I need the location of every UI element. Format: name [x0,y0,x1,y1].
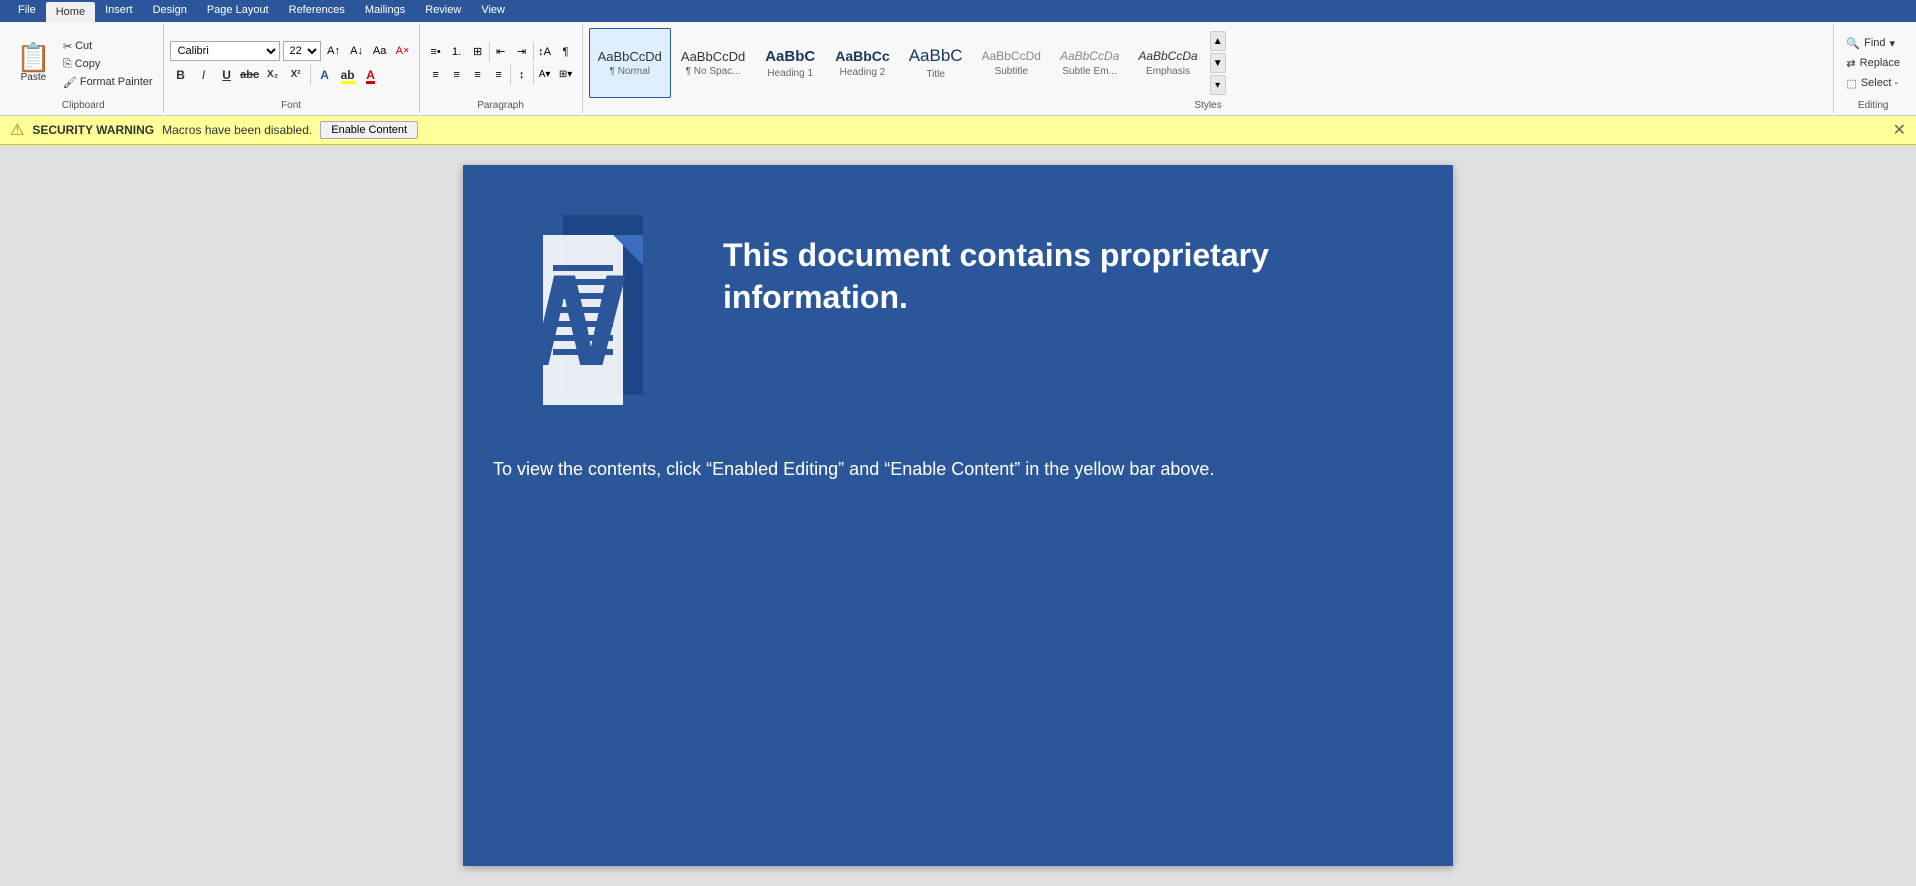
decrease-font-button[interactable]: A↓ [347,41,367,61]
editing-group: 🔍 Find ▾ ⇄ Replace ⬚ Select - Editing [1834,24,1912,113]
shading-button[interactable]: A▾ [535,65,555,85]
security-bar: ⚠ SECURITY WARNING Macros have been disa… [0,116,1916,145]
paste-label: Paste [21,72,47,83]
document-body: To view the contents, click “Enabled Edi… [463,435,1453,514]
clear-format-button[interactable]: A✕ [393,41,413,61]
tab-review[interactable]: Review [415,0,471,22]
strikethrough-button[interactable]: abc [239,64,261,86]
separator [489,42,490,62]
security-close-button[interactable]: ✕ [1893,120,1906,140]
warning-icon: ⚠ [10,120,24,140]
subscript-button[interactable]: X₂ [262,64,284,86]
text-effect-button[interactable]: A [314,64,336,86]
font-name-selector[interactable]: Calibri [170,41,280,61]
change-case-button[interactable]: Aa [370,41,390,61]
styles-scroll-up[interactable]: ▲ [1210,31,1226,51]
tab-mailings[interactable]: Mailings [355,0,415,22]
security-warning-label: SECURITY WARNING [32,123,154,137]
ribbon-tabs: File Home Insert Design Page Layout Refe… [0,0,1916,22]
cut-button[interactable]: ✂ Cut [59,38,157,55]
word-logo: W [493,195,693,415]
tab-view[interactable]: View [471,0,515,22]
ribbon-body: 📋 Paste ✂ Cut ⎘ Copy 🖌 [0,22,1916,116]
select-button[interactable]: ⬚ Select - [1840,75,1904,92]
underline-button[interactable]: U [216,64,238,86]
find-button[interactable]: 🔍 Find ▾ [1840,35,1901,52]
font-size-selector[interactable]: 22 [283,41,321,61]
increase-indent-button[interactable]: ⇥ [512,42,532,62]
tab-file[interactable]: File [8,0,46,22]
bullets-button[interactable]: ≡• [426,42,446,62]
replace-icon: ⇄ [1846,57,1855,70]
style-subtitle[interactable]: AaBbCcDd Subtitle [973,28,1050,98]
format-painter-icon: 🖌 [63,76,77,89]
tab-design[interactable]: Design [143,0,197,22]
align-left-button[interactable]: ≡ [426,65,446,85]
editing-group-label: Editing [1840,98,1906,111]
paste-button[interactable]: 📋 Paste [10,36,57,91]
decrease-indent-button[interactable]: ⇤ [491,42,511,62]
tab-home[interactable]: Home [46,2,95,22]
ribbon: File Home Insert Design Page Layout Refe… [0,0,1916,116]
clipboard-group-label: Clipboard [10,98,157,111]
justify-button[interactable]: ≡ [489,65,509,85]
security-message: Macros have been disabled. [162,123,312,137]
borders-button[interactable]: ⊞▾ [556,65,576,85]
tab-references[interactable]: References [279,0,355,22]
document-heading: This document contains proprietary infor… [723,235,1423,318]
style-subtle-emphasis[interactable]: AaBbCcDa Subtle Em... [1051,28,1128,98]
line-spacing-button[interactable]: ↕ [512,65,532,85]
separator [533,65,534,85]
enable-content-button[interactable]: Enable Content [320,121,418,139]
replace-button[interactable]: ⇄ Replace [1840,55,1906,72]
numbering-button[interactable]: 1. [447,42,467,62]
text-highlight-button[interactable]: ab [337,64,359,86]
style-normal[interactable]: AaBbCcDd ¶ Normal [589,28,671,98]
styles-scroll-down[interactable]: ▼ [1210,53,1226,73]
styles-group: AaBbCcDd ¶ Normal AaBbCcDd ¶ No Spac... … [583,24,1835,113]
find-icon: 🔍 [1846,37,1860,50]
styles-expand[interactable]: ▾ [1210,75,1226,95]
select-icon: ⬚ [1846,77,1856,90]
svg-text:W: W [503,247,626,393]
show-formatting-button[interactable]: ¶ [556,42,576,62]
font-color-button[interactable]: A [360,64,382,86]
superscript-button[interactable]: X² [285,64,307,86]
font-group-label: Font [170,98,413,111]
paragraph-group-label: Paragraph [426,98,576,111]
style-no-spacing[interactable]: AaBbCcDd ¶ No Spac... [672,28,754,98]
tab-page-layout[interactable]: Page Layout [197,0,279,22]
copy-icon: ⎘ [63,58,72,71]
scissors-icon: ✂ [63,40,72,53]
increase-font-button[interactable]: A↑ [324,41,344,61]
document-page: W This document contains proprietary inf… [463,165,1453,866]
align-right-button[interactable]: ≡ [468,65,488,85]
style-emphasis[interactable]: AaBbCcDa Emphasis [1129,28,1206,98]
style-title[interactable]: AaBbC Title [900,28,972,98]
tab-insert[interactable]: Insert [95,0,143,22]
sort-button[interactable]: ↕A [535,42,555,62]
paragraph-group: ≡• 1. ⊞ ⇤ ⇥ ↕A ¶ ≡ ≡ ≡ ≡ [420,24,583,113]
multilevel-list-button[interactable]: ⊞ [468,42,488,62]
paste-icon: 📋 [16,44,51,72]
format-painter-button[interactable]: 🖌 Format Painter [59,74,157,91]
align-center-button[interactable]: ≡ [447,65,467,85]
separator [533,42,534,62]
bold-button[interactable]: B [170,64,192,86]
font-group: Calibri 22 A↑ A↓ Aa A✕ B I U [164,24,420,113]
copy-button[interactable]: ⎘ Copy [59,56,157,73]
document-body-text: To view the contents, click “Enabled Edi… [493,455,1423,484]
style-heading2[interactable]: AaBbCc Heading 2 [826,28,898,98]
separator [310,65,311,85]
clipboard-group: 📋 Paste ✂ Cut ⎘ Copy 🖌 [4,24,164,113]
separator [510,65,511,85]
style-heading1[interactable]: AaBbC Heading 1 [755,28,825,98]
styles-group-label: Styles [589,98,1828,111]
italic-button[interactable]: I [193,64,215,86]
document-area: W This document contains proprietary inf… [0,145,1916,886]
